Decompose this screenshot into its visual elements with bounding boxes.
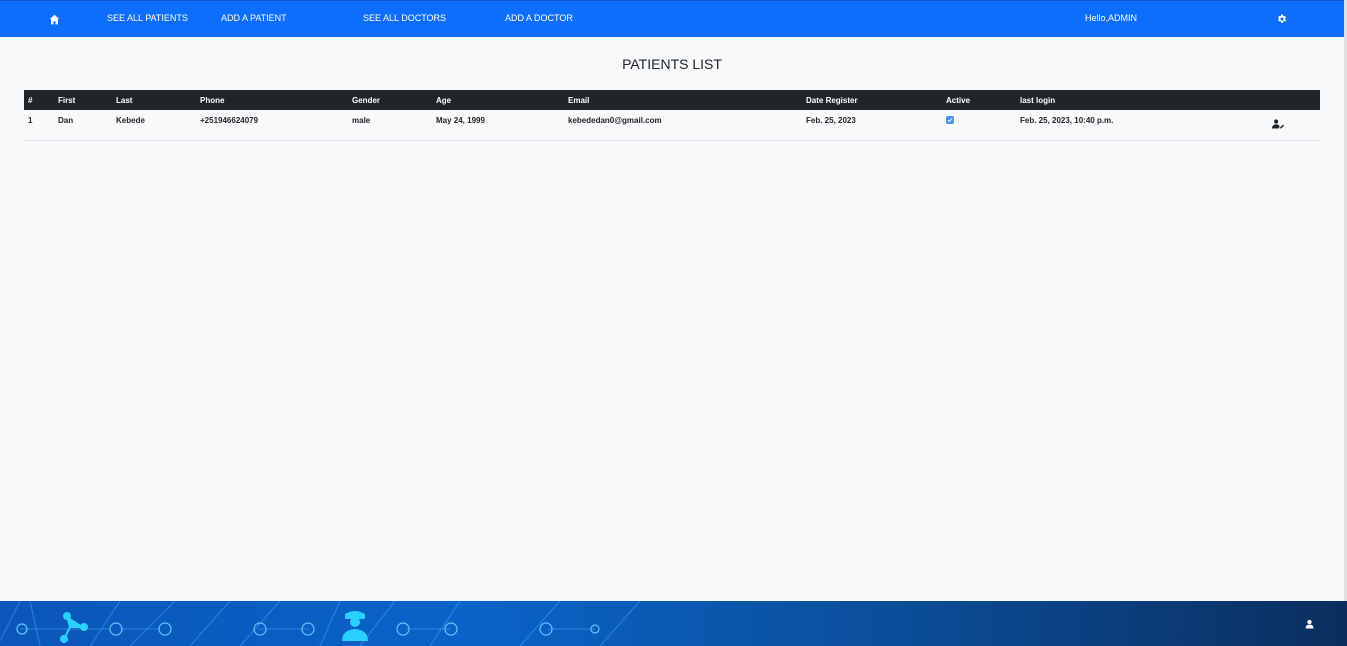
- active-checkbox[interactable]: [946, 116, 954, 124]
- col-gender: Gender: [352, 95, 381, 105]
- cell-actions: [1254, 110, 1320, 140]
- col-actions: [1254, 90, 1320, 110]
- table-header-row: # First Last Phone Gender Age Email Date…: [24, 90, 1320, 110]
- nav-add-patient[interactable]: ADD A PATIENT: [221, 13, 287, 23]
- home-link[interactable]: [49, 14, 60, 25]
- cell-active: [942, 110, 1016, 140]
- cell-gender: male: [352, 116, 371, 125]
- col-age: Age: [436, 95, 452, 105]
- cell-number: 1: [28, 116, 33, 125]
- cell-email: kebededan0@gmail.com: [568, 116, 662, 125]
- doctor-icon: [342, 611, 368, 641]
- cell-age: May 24, 1999: [436, 116, 485, 125]
- col-phone: Phone: [200, 95, 225, 105]
- page-title: PATIENTS LIST: [622, 56, 722, 72]
- top-navbar: SEE ALL PATIENTS ADD A PATIENT SEE ALL D…: [0, 0, 1344, 37]
- cell-first: Dan: [58, 116, 74, 125]
- patients-table: # First Last Phone Gender Age Email Date…: [24, 90, 1320, 141]
- col-date-register: Date Register: [806, 95, 858, 105]
- check-icon: [947, 118, 953, 123]
- nav-see-all-patients[interactable]: SEE ALL PATIENTS: [107, 13, 188, 23]
- col-first: First: [58, 95, 76, 105]
- cell-last: Kebede: [116, 116, 145, 125]
- footer: [0, 601, 1347, 646]
- nav-add-doctor[interactable]: ADD A DOCTOR: [505, 13, 573, 23]
- table-row: 1 Dan Kebede +251946624079 male May 24, …: [24, 110, 1320, 140]
- user-icon[interactable]: [1305, 619, 1314, 629]
- footer-pattern: [0, 601, 641, 646]
- user-greeting: Hello,ADMIN: [1085, 13, 1138, 23]
- settings-button[interactable]: [1277, 14, 1288, 25]
- home-icon: [49, 14, 60, 25]
- col-last-login: last login: [1020, 95, 1056, 105]
- cell-date-register: Feb. 25, 2023: [806, 116, 856, 125]
- cell-phone: +251946624079: [200, 116, 259, 125]
- user-edit-icon[interactable]: [1272, 119, 1284, 129]
- col-email: Email: [568, 95, 590, 105]
- nav-see-all-doctors[interactable]: SEE ALL DOCTORS: [363, 13, 446, 23]
- cell-last-login: Feb. 25, 2023, 10:40 p.m.: [1020, 116, 1114, 125]
- col-number: #: [28, 95, 33, 105]
- gear-icon: [1278, 14, 1286, 23]
- col-active: Active: [946, 95, 971, 105]
- col-last: Last: [116, 95, 133, 105]
